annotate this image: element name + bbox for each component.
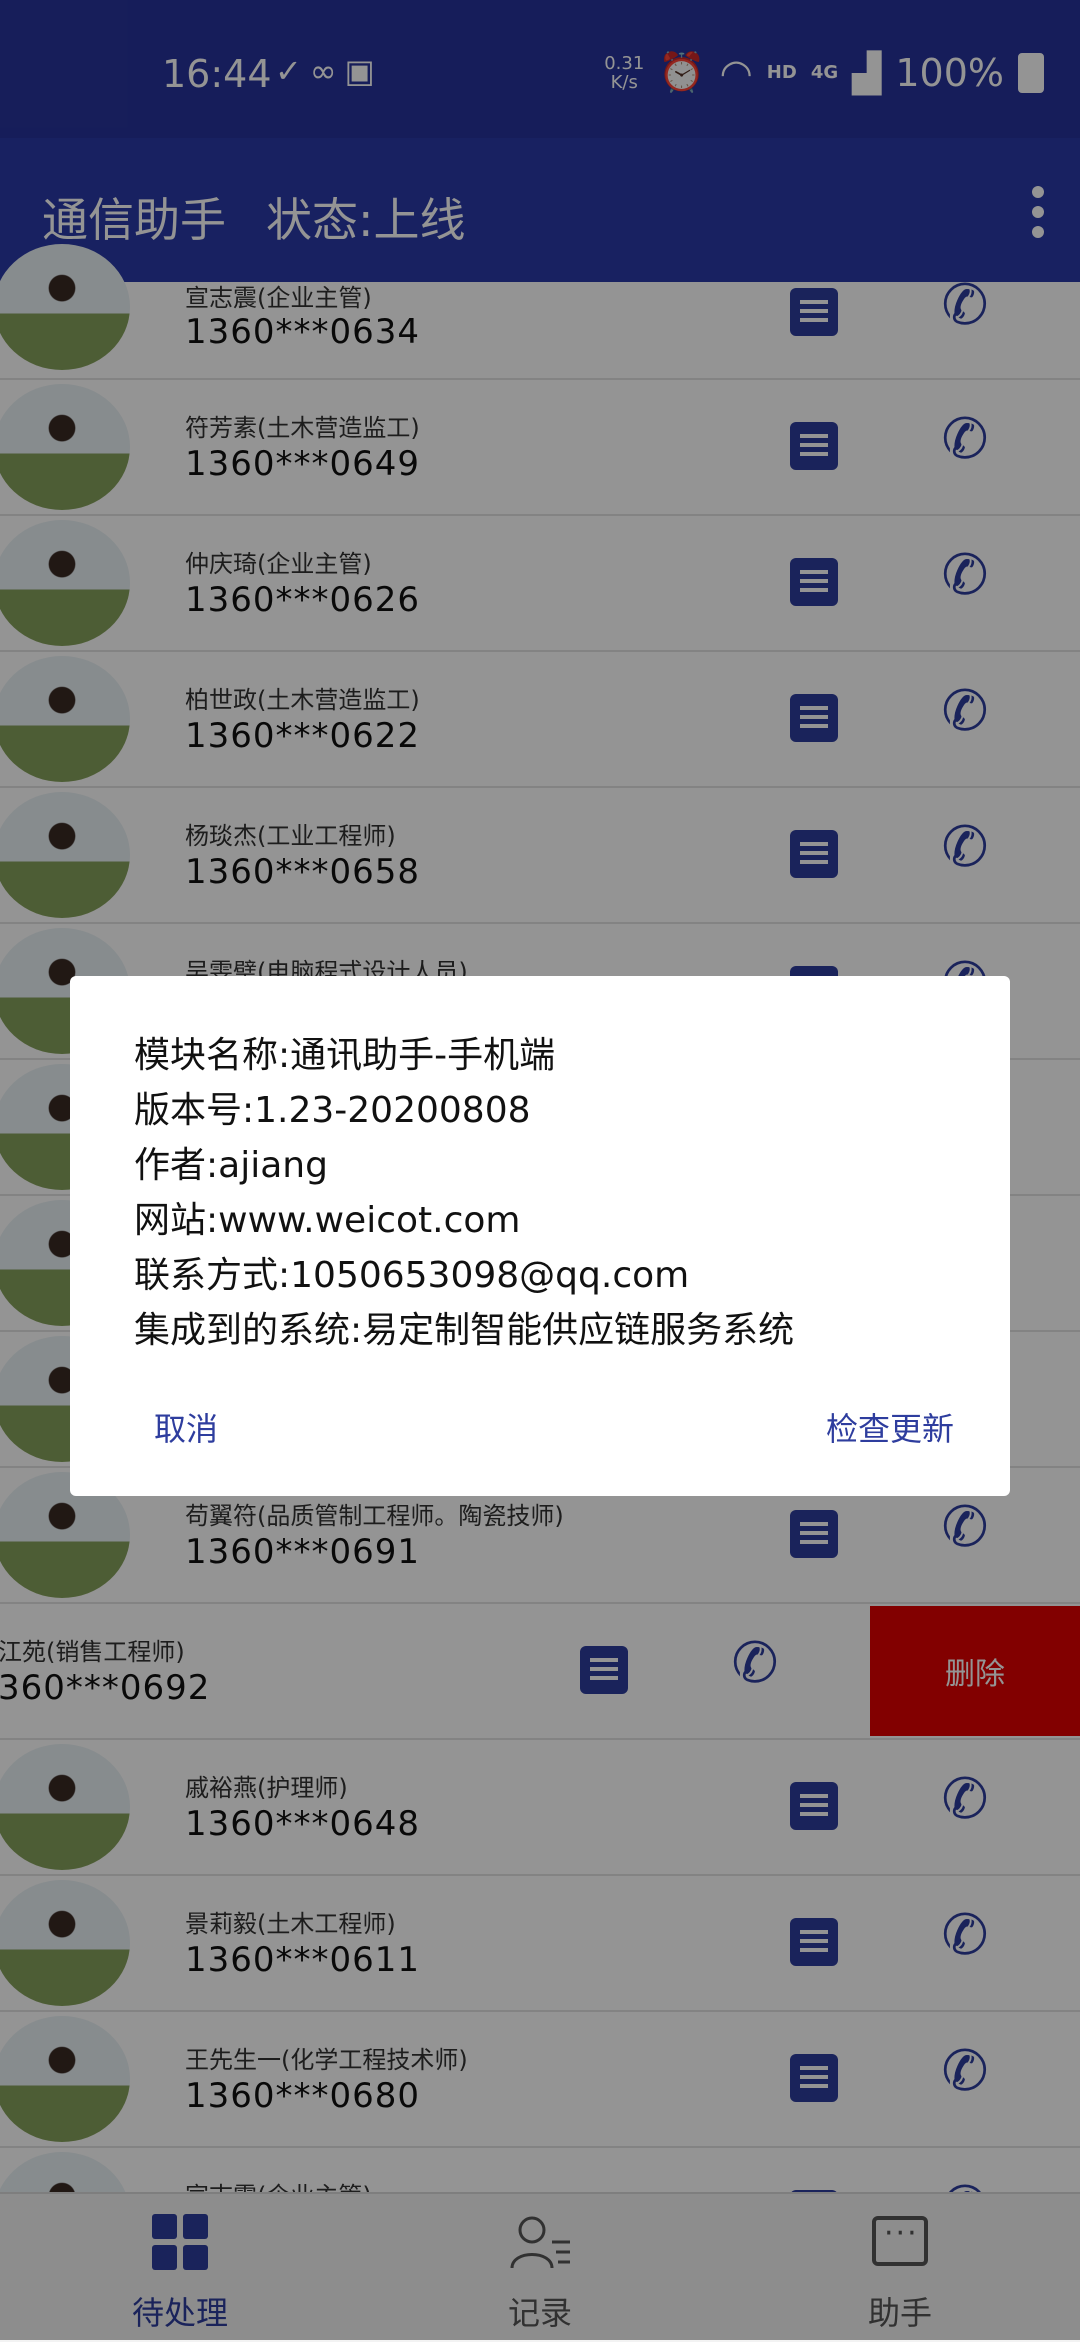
website: 网站:www.weicot.com [134,1200,521,1241]
version: 版本号:1.23-20200808 [134,1090,531,1131]
contact-info: 联系方式:1050653098@qq.com [134,1255,690,1296]
author: 作者:ajiang [134,1145,328,1186]
about-dialog: 模块名称:通讯助手-手机端 版本号:1.23-20200808 作者:ajian… [70,976,1010,1496]
integrated-system: 集成到的系统:易定制智能供应链服务系统 [134,1310,795,1351]
cancel-button[interactable]: 取消 [154,1404,218,1450]
check-update-button[interactable]: 检查更新 [826,1404,954,1450]
module-name: 模块名称:通讯助手-手机端 [134,1035,556,1076]
